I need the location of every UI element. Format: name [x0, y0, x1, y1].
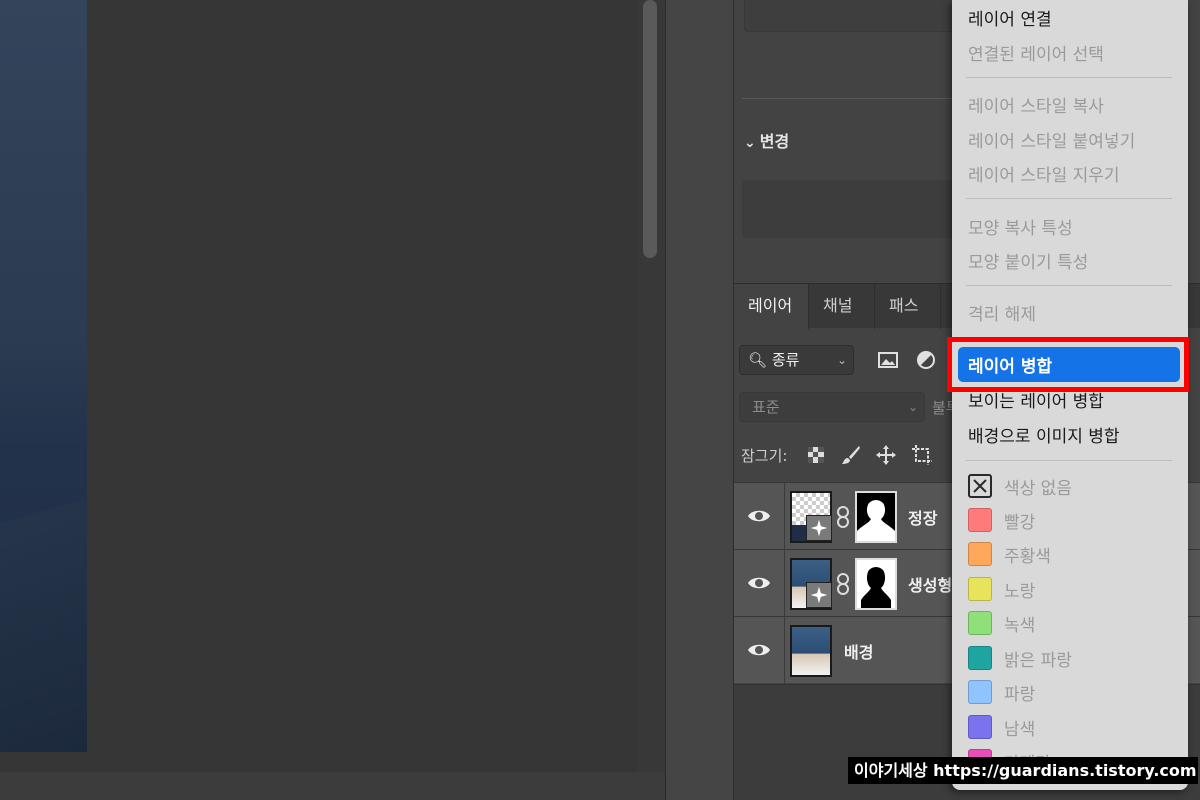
- properties-divider: [742, 98, 982, 99]
- lock-artboard-crop-icon[interactable]: [910, 443, 934, 467]
- layer-name[interactable]: 생성형: [908, 572, 952, 596]
- layer-mask-thumbnail[interactable]: [855, 558, 897, 610]
- color-none-icon: [968, 474, 992, 498]
- document-canvas[interactable]: [0, 0, 665, 800]
- vertical-scrollbar-thumb[interactable]: [643, 0, 657, 258]
- chevron-down-icon: ⌄: [744, 135, 756, 151]
- menu-item-paste-layer-style[interactable]: 레이어 스타일 붙여넣기: [968, 127, 1135, 152]
- lock-pixels-brush-icon[interactable]: [839, 443, 863, 467]
- tab-channels[interactable]: 채널: [809, 284, 875, 329]
- blend-mode-select[interactable]: 표준 ⌄: [739, 392, 925, 422]
- smart-object-sparkle-icon: [806, 582, 832, 608]
- layer-thumbnail[interactable]: [790, 491, 832, 543]
- color-swatch-blue: [968, 680, 992, 704]
- color-swatch-yellow: [968, 577, 992, 601]
- color-swatch-seafoam: [968, 646, 992, 670]
- color-swatch-red: [968, 508, 992, 532]
- layer-thumbnail[interactable]: [790, 625, 832, 677]
- menu-separator: [966, 198, 1172, 199]
- change-section-box: [742, 180, 982, 238]
- search-icon: 🔍︎: [748, 351, 768, 369]
- menu-separator: [966, 460, 1172, 461]
- menu-separator: [966, 77, 1172, 78]
- menu-item-color-orange[interactable]: 주황색: [1004, 542, 1051, 567]
- menu-item-color-blue[interactable]: 파랑: [1004, 680, 1035, 705]
- lock-transparency-icon[interactable]: [804, 443, 828, 467]
- layer-mask-thumbnail[interactable]: [855, 491, 897, 543]
- chevron-down-icon: ⌄: [836, 353, 847, 367]
- menu-item-paste-shape-attributes[interactable]: 모양 붙이기 특성: [968, 248, 1088, 273]
- menu-separator: [966, 285, 1172, 286]
- thumbnail-fragment: [792, 525, 806, 541]
- tab-layers[interactable]: 레이어: [734, 284, 809, 329]
- panel-dock-gutter: [665, 0, 733, 800]
- chevron-down-icon: ⌄: [907, 400, 918, 414]
- document-image: [0, 0, 87, 752]
- tab-paths[interactable]: 패스: [875, 284, 941, 329]
- layer-context-menu: 레이어 연결 연결된 레이어 선택 레이어 스타일 복사 레이어 스타일 붙여넣…: [952, 0, 1188, 790]
- menu-item-link-layers[interactable]: 레이어 연결: [968, 5, 1052, 30]
- annotation-highlight-box: [947, 337, 1189, 392]
- properties-field: [744, 0, 984, 32]
- layer-name[interactable]: 정장: [908, 505, 937, 529]
- mask-link-icon[interactable]: [835, 505, 851, 529]
- eye-icon[interactable]: [746, 637, 772, 663]
- menu-item-flatten-image[interactable]: 배경으로 이미지 병합: [968, 422, 1120, 447]
- smart-object-sparkle-icon: [806, 515, 832, 541]
- horizontal-scrollbar[interactable]: [0, 772, 665, 800]
- color-swatch-orange: [968, 542, 992, 566]
- menu-item-copy-layer-style[interactable]: 레이어 스타일 복사: [968, 92, 1104, 117]
- adjustment-filter-icon[interactable]: [914, 348, 938, 372]
- change-section-header[interactable]: ⌄ 변경: [744, 128, 789, 152]
- menu-item-release-isolation[interactable]: 격리 해제: [968, 300, 1036, 325]
- layer-thumbnail[interactable]: [790, 558, 832, 610]
- image-filter-icon[interactable]: [876, 348, 900, 372]
- menu-item-color-green[interactable]: 녹색: [1004, 611, 1035, 636]
- layer-name[interactable]: 배경: [844, 639, 873, 663]
- visibility-column-divider: [784, 617, 785, 684]
- menu-item-color-indigo[interactable]: 남색: [1004, 715, 1035, 740]
- menu-item-color-none[interactable]: 색상 없음: [1004, 474, 1072, 499]
- menu-item-color-seafoam[interactable]: 밝은 파랑: [1004, 646, 1072, 671]
- color-swatch-indigo: [968, 715, 992, 739]
- lock-label: 잠그기:: [741, 447, 788, 465]
- lock-position-move-icon[interactable]: [874, 443, 898, 467]
- image-backdrop-shape: [0, 498, 87, 752]
- layer-filter-select[interactable]: 🔍︎ 종류 ⌄: [739, 345, 854, 375]
- eye-icon[interactable]: [746, 503, 772, 529]
- visibility-column-divider: [784, 483, 785, 550]
- eye-icon[interactable]: [746, 570, 772, 596]
- menu-item-color-yellow[interactable]: 노랑: [1004, 577, 1035, 602]
- watermark: 이야기세상 https://guardians.tistory.com: [848, 757, 1198, 784]
- color-swatch-green: [968, 611, 992, 635]
- menu-item-clear-layer-style[interactable]: 레이어 스타일 지우기: [968, 161, 1120, 186]
- menu-item-color-red[interactable]: 빨강: [1004, 508, 1035, 533]
- menu-item-select-linked-layers[interactable]: 연결된 레이어 선택: [968, 40, 1104, 65]
- menu-item-copy-shape-attributes[interactable]: 모양 복사 특성: [968, 214, 1073, 239]
- mask-link-icon[interactable]: [835, 572, 851, 596]
- visibility-column-divider: [784, 550, 785, 617]
